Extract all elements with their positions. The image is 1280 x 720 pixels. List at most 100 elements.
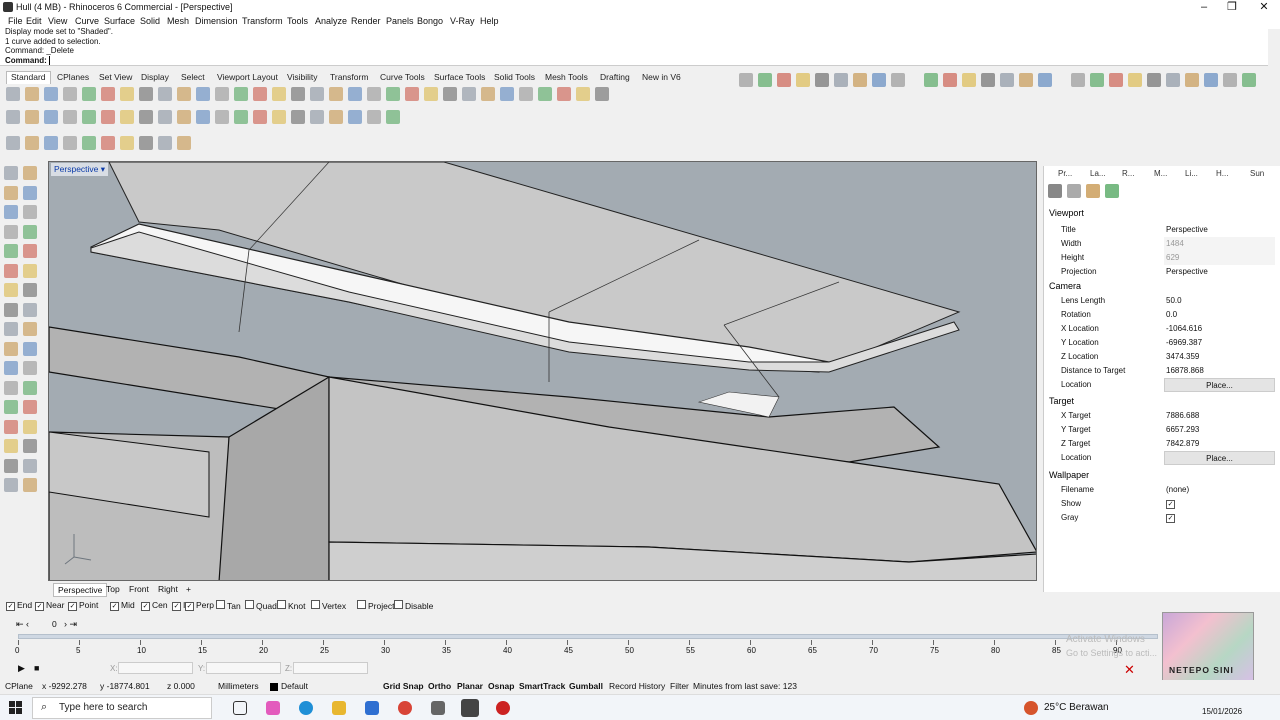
file-explorer-icon[interactable] <box>332 701 346 715</box>
sidebar-tool-icon[interactable] <box>4 263 18 278</box>
tool-icon[interactable] <box>234 110 248 124</box>
sidebar-tool-icon[interactable] <box>23 419 37 434</box>
close-icon[interactable]: ✕ <box>1250 0 1278 15</box>
menu-item-analyze[interactable]: Analyze <box>315 16 347 26</box>
plugin-tool-icon[interactable] <box>962 73 976 87</box>
panel-tab[interactable]: Li... <box>1185 169 1198 178</box>
windows-start-icon[interactable] <box>9 701 22 714</box>
menu-item-bongo[interactable]: Bongo <box>417 16 443 26</box>
tool-icon[interactable] <box>101 110 115 124</box>
tool-icon[interactable] <box>291 110 305 124</box>
sidebar-tool-icon[interactable] <box>23 478 37 492</box>
tool-icon[interactable] <box>101 87 115 101</box>
tool-icon[interactable] <box>215 87 229 101</box>
menu-item-tools[interactable]: Tools <box>287 16 308 26</box>
command-scrollbar[interactable] <box>1268 29 1280 66</box>
osnap-knot[interactable]: Knot <box>277 600 306 611</box>
viewport-tab-front[interactable]: Front <box>125 583 153 595</box>
sidebar-tool-icon[interactable] <box>4 205 18 219</box>
plugin-tool-icon[interactable] <box>1166 73 1180 87</box>
sidebar-tool-icon[interactable] <box>23 380 37 395</box>
viewport-tab-perspective[interactable]: Perspective <box>53 583 108 597</box>
place-button[interactable]: Place... <box>1164 378 1275 392</box>
checkbox[interactable]: ✓ <box>6 602 15 611</box>
plugin-tool-icon[interactable] <box>1128 73 1142 87</box>
tool-icon[interactable] <box>500 87 514 101</box>
z-coord-field[interactable] <box>293 662 368 674</box>
sidebar-tool-icon[interactable] <box>23 302 37 317</box>
tool-icon[interactable] <box>177 136 191 150</box>
checkbox[interactable]: ✓ <box>68 602 77 611</box>
tool-icon[interactable] <box>519 87 533 101</box>
toolbar-tab-mesh-tools[interactable]: Mesh Tools <box>545 72 588 82</box>
tool-icon[interactable] <box>63 87 77 101</box>
menu-item-panels[interactable]: Panels <box>386 16 414 26</box>
menu-item-transform[interactable]: Transform <box>242 16 283 26</box>
plugin-tool-icon[interactable] <box>924 73 938 87</box>
layer-label[interactable]: Default <box>281 681 308 691</box>
tool-icon[interactable] <box>481 87 495 101</box>
sidebar-tool-icon[interactable] <box>4 380 18 395</box>
checkbox[interactable] <box>277 600 286 609</box>
tool-icon[interactable] <box>44 110 58 124</box>
menu-item-surface[interactable]: Surface <box>104 16 135 26</box>
sidebar-tool-icon[interactable] <box>23 224 37 239</box>
sidebar-tool-icon[interactable] <box>4 458 18 473</box>
tool-icon[interactable] <box>348 110 362 124</box>
property-value[interactable]: 3474.359 <box>1164 350 1275 364</box>
taskbar-search-input[interactable]: ⌕ Type here to search <box>32 697 212 719</box>
sidebar-tool-icon[interactable] <box>4 322 18 336</box>
menu-item-solid[interactable]: Solid <box>140 16 160 26</box>
checkbox[interactable] <box>245 600 254 609</box>
add-viewport-icon[interactable]: + <box>182 583 195 595</box>
perspective-viewport[interactable]: Perspective ▾ <box>48 161 1037 581</box>
plugin-tool-icon[interactable] <box>1223 73 1237 87</box>
tool-icon[interactable] <box>139 110 153 124</box>
property-value[interactable]: 7842.879 <box>1164 437 1275 451</box>
tool-icon[interactable] <box>253 87 267 101</box>
property-value[interactable]: -1064.616 <box>1164 322 1275 336</box>
sidebar-tool-icon[interactable] <box>4 302 18 317</box>
timeline-controls[interactable]: ⇤ ‹ › ⇥ <box>16 619 77 630</box>
app-icon[interactable] <box>431 701 445 715</box>
tool-icon[interactable] <box>139 87 153 101</box>
sidebar-tool-icon[interactable] <box>23 458 37 473</box>
store-icon[interactable] <box>365 701 379 715</box>
cplane-label[interactable]: CPlane <box>5 681 33 691</box>
tool-icon[interactable] <box>120 136 134 150</box>
tool-icon[interactable] <box>82 87 96 101</box>
sidebar-tool-icon[interactable] <box>23 400 37 414</box>
property-value[interactable]: 0.0 <box>1164 308 1275 322</box>
status-toggle-gumball[interactable]: Gumball <box>569 681 603 691</box>
sidebar-tool-icon[interactable] <box>23 263 37 278</box>
viewport-tab-top[interactable]: Top <box>102 583 124 595</box>
clock-date[interactable]: 15/01/2026 <box>1202 707 1242 716</box>
toolbar-tab-cplanes[interactable]: CPlanes <box>57 72 89 82</box>
toolbar-tab-new-in-v6[interactable]: New in V6 <box>642 72 681 82</box>
tool-icon[interactable] <box>329 110 343 124</box>
property-value[interactable]: 629 <box>1164 251 1275 265</box>
tool-icon[interactable] <box>386 87 400 101</box>
panel-tab[interactable]: M... <box>1154 169 1167 178</box>
tool-icon[interactable] <box>462 87 476 101</box>
tool-icon[interactable] <box>177 87 191 101</box>
checkbox[interactable]: ✓ <box>1166 500 1175 509</box>
property-value[interactable]: Perspective <box>1164 265 1275 279</box>
tool-icon[interactable] <box>272 87 286 101</box>
plugin-tool-icon[interactable] <box>758 73 772 87</box>
sidebar-tool-icon[interactable] <box>4 400 18 414</box>
tool-icon[interactable] <box>557 87 571 101</box>
plugin-tool-icon[interactable] <box>815 73 829 87</box>
minimize-icon[interactable]: – <box>1190 0 1218 15</box>
plugin-tool-icon[interactable] <box>1204 73 1218 87</box>
tool-icon[interactable] <box>25 87 39 101</box>
checkbox[interactable]: ✓ <box>185 602 194 611</box>
menu-item-render[interactable]: Render <box>351 16 381 26</box>
sidebar-tool-icon[interactable] <box>23 244 37 258</box>
property-value[interactable]: 6657.293 <box>1164 423 1275 437</box>
plugin-tool-icon[interactable] <box>943 73 957 87</box>
task-view-icon[interactable] <box>233 701 247 715</box>
rhino-taskbar-icon[interactable] <box>461 699 479 717</box>
osnap-mid[interactable]: ✓ Mid <box>110 600 135 611</box>
sidebar-tool-icon[interactable] <box>4 166 18 180</box>
